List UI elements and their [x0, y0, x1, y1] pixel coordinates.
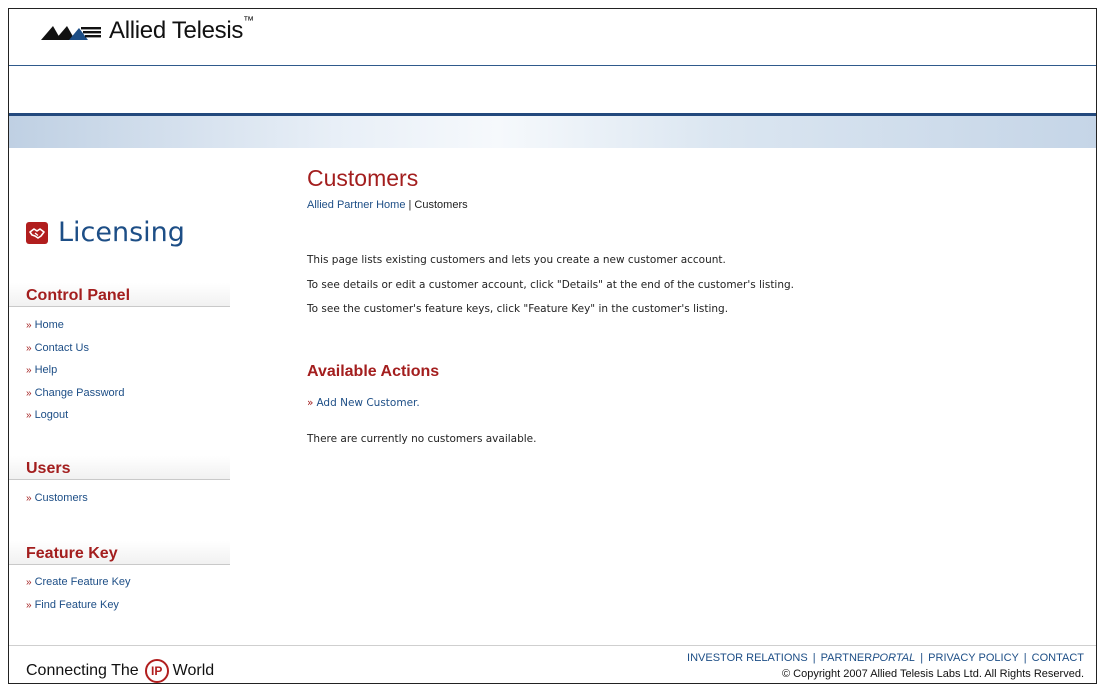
double-chevron-right-icon: »	[26, 387, 32, 399]
breadcrumb-separator: |	[408, 199, 412, 211]
nav-home[interactable]: » Home	[26, 314, 124, 337]
breadcrumb-current: Customers	[414, 199, 468, 211]
nav-create-feature-key[interactable]: » Create Feature Key	[26, 571, 131, 594]
nav-find-feature-key[interactable]: » Find Feature Key	[26, 594, 131, 617]
add-new-customer-link[interactable]: » Add New Customer.	[307, 397, 420, 409]
double-chevron-right-icon: »	[26, 577, 32, 588]
feature-key-menu: » Create Feature Key » Find Feature Key	[26, 571, 131, 616]
licensing-title: Licensing	[26, 217, 185, 248]
double-chevron-right-icon: »	[26, 342, 32, 354]
brand-name: Allied Telesis	[109, 17, 244, 44]
footer-separator: |	[920, 652, 924, 664]
header-banner	[9, 113, 1096, 148]
nav-label: Help	[34, 364, 58, 376]
footer-links: INVESTOR RELATIONS | PARTNERPORTAL | PRI…	[687, 652, 1084, 664]
nav-label: Contact Us	[34, 341, 89, 354]
nav-change-password[interactable]: » Change Password	[26, 382, 124, 405]
handshake-icon	[26, 221, 48, 244]
breadcrumb-home-link[interactable]: Allied Partner Home	[307, 199, 405, 211]
nav-contact-us[interactable]: » Contact Us	[26, 337, 124, 360]
available-actions-heading: Available Actions	[307, 363, 440, 380]
ip-circle-icon: IP	[144, 659, 169, 683]
double-chevron-right-icon: »	[26, 320, 32, 331]
tagline-text-end: World	[172, 662, 215, 679]
double-chevron-right-icon: »	[26, 410, 32, 421]
trademark-mark: ™	[243, 15, 254, 27]
ip-label: IP	[151, 664, 163, 678]
empty-state-message: There are currently no customers availab…	[307, 433, 537, 445]
contact-link[interactable]: CONTACT	[1032, 652, 1084, 664]
nav-label: Find Feature Key	[34, 598, 119, 611]
footer-separator: |	[1023, 652, 1027, 664]
description-line-2: To see details or edit a customer accoun…	[307, 279, 795, 291]
description-line-1: This page lists existing customers and l…	[307, 254, 726, 266]
portal-text: PORTAL	[872, 652, 916, 664]
footer-separator: |	[812, 652, 816, 664]
nav-label: Logout	[34, 409, 69, 421]
double-chevron-right-icon: »	[26, 365, 32, 376]
site-footer: Connecting The IP World INVESTOR RELATIO…	[9, 645, 1096, 683]
page-frame: Allied Telesis™ Licensing Control Panel …	[8, 8, 1097, 684]
nav-label: Customers	[34, 492, 88, 504]
nav-label: Create Feature Key	[34, 576, 131, 588]
licensing-heading: Licensing	[58, 217, 185, 248]
copyright-notice: © Copyright 2007 Allied Telesis Labs Ltd…	[781, 668, 1084, 680]
users-menu: » Customers	[26, 487, 88, 510]
double-chevron-right-icon: »	[26, 599, 32, 611]
double-chevron-right-icon: »	[26, 493, 32, 504]
users-heading: Users	[9, 456, 230, 480]
nav-label: Home	[34, 319, 64, 331]
description-line-3: To see the customer's feature keys, clic…	[307, 303, 729, 315]
nav-label: Change Password	[34, 386, 125, 399]
privacy-policy-link[interactable]: PRIVACY POLICY	[928, 652, 1018, 664]
nav-help[interactable]: » Help	[26, 359, 124, 382]
investor-relations-link[interactable]: INVESTOR RELATIONS	[687, 652, 808, 664]
allied-telesis-logo-icon	[41, 26, 101, 40]
page-title: Customers	[307, 165, 419, 191]
site-header: Allied Telesis™	[9, 9, 1096, 66]
tagline-text-start: Connecting The	[26, 662, 139, 679]
nav-customers[interactable]: » Customers	[26, 487, 88, 510]
breadcrumb: Allied Partner Home | Customers	[307, 199, 468, 211]
control-panel-menu: » Home » Contact Us » Help » Change Password…	[26, 314, 124, 427]
tagline: Connecting The IP World	[26, 659, 214, 683]
nav-logout[interactable]: » Logout	[26, 404, 124, 427]
double-chevron-right-icon: »	[307, 397, 314, 409]
partner-portal-link[interactable]: PARTNERPORTAL	[821, 652, 916, 664]
brand-logo[interactable]: Allied Telesis™	[41, 15, 254, 45]
add-new-customer-label: Add New Customer.	[316, 397, 420, 409]
feature-key-heading: Feature Key	[9, 541, 230, 565]
control-panel-heading: Control Panel	[9, 283, 230, 307]
partner-text: PARTNER	[820, 652, 873, 664]
